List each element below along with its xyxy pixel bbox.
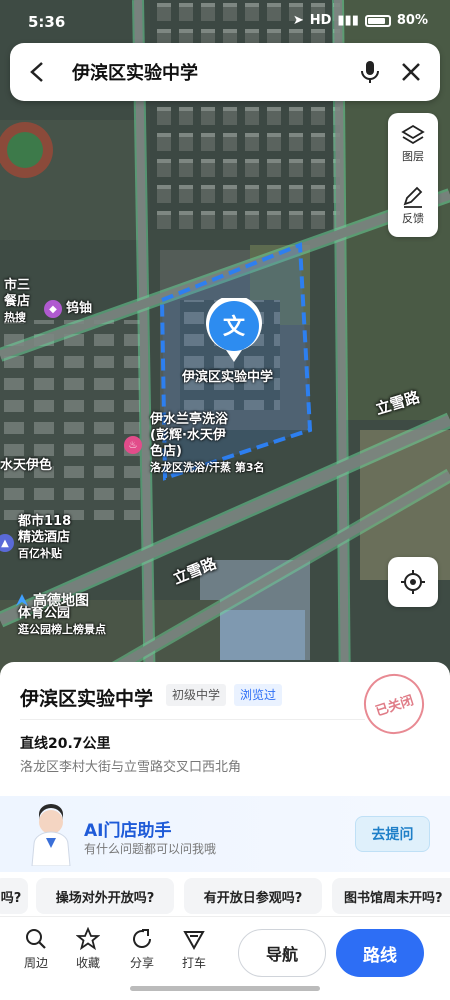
close-icon [402,63,420,81]
favorite-button[interactable]: 收藏 [68,927,108,971]
voice-button[interactable] [352,43,388,101]
search-bar[interactable]: 伊滨区实验中学 [10,43,440,101]
close-button[interactable] [388,43,434,101]
school-marker[interactable]: 文 [205,295,263,364]
share-icon [133,929,152,948]
question-chip[interactable]: 吗? [0,878,28,914]
route-button[interactable]: 路线 [336,929,424,977]
taxi-button[interactable]: 打车 [174,927,214,971]
poi-line: 热搜 [4,311,26,324]
signal-icon: ▮▮▮ [337,13,359,28]
status-bar: 5:36 ➤ HD ▮▮▮ 80% [0,0,450,40]
closed-stamp: 已关闭 [356,666,432,742]
assistant-avatar-icon [31,804,71,867]
feedback-label: 反馈 [402,212,424,225]
category-tag: 初级中学 [166,684,227,706]
locate-button[interactable] [388,557,438,607]
ai-subtitle: 有什么问题都可以问我哦 [84,842,217,856]
visited-tag: 浏览过 [234,684,283,706]
marker-char: 文 [223,314,246,340]
navigate-button[interactable]: 导航 [238,929,326,977]
search-query[interactable]: 伊滨区实验中学 [58,59,352,85]
poi-line: 都市118 [18,514,72,529]
assistant-avatar [28,804,74,867]
poi-line: 市三 [4,278,31,293]
poi-line: (彭辉·水天伊 [150,428,226,443]
nearby-label: 周边 [23,956,48,970]
chevron-left-icon [30,62,43,82]
marker-label: 伊滨区实验中学 [182,370,274,385]
navigation-arrow-icon: ➤ [292,13,304,28]
question-chips: 吗? 操场对外开放吗? 有开放日参观吗? 图书馆周末开吗? [0,876,450,916]
question-chip[interactable]: 操场对外开放吗? [36,878,174,914]
map-tools: 图层 反馈 [388,113,438,237]
amap-logo-icon [16,594,28,606]
poi-label-hotel[interactable]: 都市118 精选酒店 百亿补贴 [18,514,71,562]
poi-line: 百亿补贴 [18,547,62,560]
poi-label-bath[interactable]: 伊水兰亭洗浴 (彭辉·水天伊 色店) 洛龙区洗浴/汗蒸 第3名 [150,412,265,476]
location-pin-icon: 文 [206,295,262,362]
tungsten-poi-icon[interactable]: ◆ [44,300,62,318]
layers-label: 图层 [402,150,424,163]
distance-text: 直线20.7公里 [20,736,111,752]
search-icon [26,929,46,949]
closed-stamp-text: 已关闭 [373,692,416,720]
poi-line: 逛公园榜上榜景点 [18,623,106,636]
map-view[interactable]: 市三 餐店 热搜 ◆ 钨铀 文 伊滨区实验中学 立雪路 立雪路 伊水兰亭洗浴 (… [0,0,450,700]
ai-assistant-card[interactable]: AI门店助手 有什么问题都可以问我哦 去提问 [0,796,450,872]
amap-logo: 高德地图 [14,590,89,610]
poi-line: 餐店 [4,294,31,309]
home-indicator [130,986,320,991]
poi-label-water[interactable]: 水天伊色 [0,458,52,474]
battery-percent: 80% [396,13,428,28]
bath-poi-icon[interactable]: ♨ [124,436,142,454]
layers-icon [401,124,425,145]
poi-line: 精选酒店 [18,530,71,545]
star-icon [76,927,100,951]
edit-icon [403,186,423,208]
question-chip[interactable]: 有开放日参观吗? [184,878,322,914]
poi-detail-sheet[interactable]: 伊滨区实验中学 初级中学 浏览过 已关闭 直线20.7公里 洛龙区李村大街与立雪… [0,662,450,1000]
back-button[interactable] [18,43,58,101]
status-time: 5:36 [28,13,66,31]
poi-label-park[interactable]: 体育公园 逛公园榜上榜景点 [18,606,106,638]
crosshair-icon [401,570,425,594]
share-button[interactable]: 分享 [122,927,162,971]
address-text[interactable]: 洛龙区李村大街与立雪路交叉口西北角 [20,756,241,775]
feedback-button[interactable]: 反馈 [388,175,438,237]
battery-icon [364,14,391,27]
nearby-button[interactable]: 周边 [16,927,56,971]
ai-title: AI门店助手 [84,821,172,841]
poi-line: 伊水兰亭洗浴 [150,412,229,427]
amap-logo-text: 高德地图 [33,593,89,609]
layers-button[interactable]: 图层 [388,113,438,175]
poi-rank: 洛龙区洗浴/汗蒸 第3名 [150,461,265,474]
question-chip[interactable]: 图书馆周末开吗? [332,878,450,914]
poi-line: 色店) [150,444,182,459]
poi-label-tungsten[interactable]: 钨铀 [66,301,92,317]
poi-label-left-top[interactable]: 市三 餐店 热搜 [4,278,30,326]
divider [20,719,365,720]
taxi-icon [183,931,205,951]
favorite-label: 收藏 [75,956,100,970]
network-label: HD [309,13,332,28]
status-right: ➤ HD ▮▮▮ 80% [293,13,428,28]
microphone-icon [361,61,379,83]
ask-button[interactable]: 去提问 [355,816,430,852]
poi-title: 伊滨区实验中学 [20,688,154,710]
taxi-label: 打车 [181,956,206,970]
share-label: 分享 [129,956,154,970]
